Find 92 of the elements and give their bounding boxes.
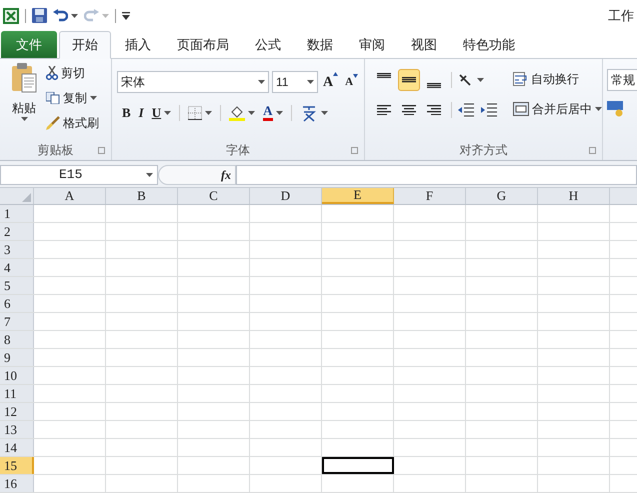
row-header[interactable]: 13: [0, 421, 34, 438]
row-header[interactable]: 3: [0, 241, 34, 258]
cut-button[interactable]: 剪切: [46, 63, 99, 83]
align-bottom-icon: [427, 82, 441, 88]
align-left-icon: [377, 104, 391, 116]
wrap-text-icon: [513, 72, 528, 86]
ribbon-tab[interactable]: 页面布局: [165, 31, 241, 58]
row-header[interactable]: 14: [0, 439, 34, 456]
ribbon-tab[interactable]: 特色功能: [451, 31, 527, 58]
group-label: 字体: [226, 142, 250, 159]
column-header[interactable]: H: [538, 188, 610, 204]
vertical-align-button[interactable]: [398, 69, 420, 91]
number-format-field[interactable]: 常规: [607, 69, 637, 91]
merge-cells-icon: [513, 102, 529, 116]
paste-button[interactable]: 粘贴: [8, 63, 40, 140]
scissors-icon: [46, 66, 58, 80]
ribbon-tab[interactable]: 视图: [399, 31, 449, 58]
align-middle-icon: [402, 77, 416, 83]
font-color-button[interactable]: A: [263, 104, 273, 122]
down-triangle-icon: [353, 74, 358, 78]
brush-icon: [46, 116, 60, 130]
column-header[interactable]: C: [178, 188, 250, 204]
font-size-field[interactable]: 11: [272, 71, 318, 93]
column-header[interactable]: E: [322, 188, 394, 204]
caret-icon: [477, 78, 484, 82]
merge-center-button[interactable]: 合并后居中: [513, 99, 602, 119]
row-header[interactable]: 11: [0, 385, 34, 402]
fill-bucket-icon[interactable]: [229, 104, 246, 121]
save-icon[interactable]: [32, 8, 47, 23]
insert-function-button[interactable]: fx: [221, 166, 231, 184]
shrink-font-button[interactable]: A: [343, 74, 360, 90]
column-header[interactable]: F: [394, 188, 466, 204]
row-header[interactable]: 4: [0, 259, 34, 276]
column-header[interactable]: A: [34, 188, 106, 204]
caret-icon: [102, 14, 109, 18]
row-header[interactable]: 7: [0, 313, 34, 330]
decrease-indent-icon[interactable]: [458, 103, 474, 117]
group-label: 对齐方式: [460, 142, 508, 159]
wrap-text-button[interactable]: 自动换行: [513, 69, 602, 89]
column-header[interactable]: G: [466, 188, 538, 204]
file-tab[interactable]: 文件: [1, 31, 57, 58]
row-header[interactable]: 9: [0, 349, 34, 366]
row-header[interactable]: 5: [0, 277, 34, 294]
row-header[interactable]: 2: [0, 223, 34, 240]
align-center-icon: [402, 104, 416, 116]
undo-icon[interactable]: [53, 9, 68, 22]
caret-icon: [146, 173, 153, 177]
ribbon-tab[interactable]: 公式: [243, 31, 293, 58]
formula-input[interactable]: [236, 165, 637, 185]
format-painter-button[interactable]: 格式刷: [46, 113, 99, 133]
caret-icon: [248, 110, 256, 115]
copy-button[interactable]: 复制: [46, 88, 99, 108]
borders-icon[interactable]: [188, 106, 202, 120]
copy-icon: [46, 92, 60, 104]
caret-icon: [205, 110, 212, 115]
caret-icon: [258, 80, 265, 84]
spreadsheet-logo-icon[interactable]: [3, 8, 19, 24]
font-name-field[interactable]: 宋体: [117, 71, 269, 93]
ribbon-tab[interactable]: 数据: [295, 31, 345, 58]
align-top-icon: [377, 73, 391, 78]
caret-icon: [320, 110, 328, 115]
align-right-icon: [427, 104, 441, 116]
group-label: 剪贴板: [38, 142, 74, 159]
active-cell[interactable]: [322, 457, 394, 474]
row-header[interactable]: 10: [0, 367, 34, 384]
name-box[interactable]: E15: [0, 165, 158, 185]
italic-button[interactable]: I: [138, 103, 144, 122]
ribbon-tab[interactable]: 开始: [59, 31, 111, 59]
caret-icon: [307, 80, 314, 84]
row-header[interactable]: 16: [0, 475, 34, 492]
caret-icon: [90, 96, 97, 100]
window-title: 工作: [608, 6, 634, 25]
caret-icon: [20, 117, 28, 121]
grow-font-button[interactable]: A: [321, 72, 340, 92]
increase-indent-icon[interactable]: [481, 103, 497, 117]
up-triangle-icon: [333, 72, 338, 76]
row-header[interactable]: 1: [0, 205, 34, 222]
customize-toolbar-icon[interactable]: [122, 12, 130, 20]
caret-icon: [595, 107, 602, 111]
clipboard-icon: [11, 63, 37, 93]
caret-icon: [71, 14, 78, 18]
row-header[interactable]: 12: [0, 403, 34, 420]
underline-button[interactable]: U: [152, 103, 162, 122]
ribbon-tab[interactable]: 审阅: [347, 31, 397, 58]
bold-button[interactable]: B: [122, 103, 131, 122]
row-header[interactable]: 8: [0, 331, 34, 348]
row-header[interactable]: 6: [0, 295, 34, 312]
caret-icon: [276, 110, 283, 115]
ribbon-tab[interactable]: 插入: [113, 31, 163, 58]
column-header[interactable]: B: [106, 188, 178, 204]
caret-icon: [164, 110, 172, 115]
row-header[interactable]: 15: [0, 457, 34, 474]
